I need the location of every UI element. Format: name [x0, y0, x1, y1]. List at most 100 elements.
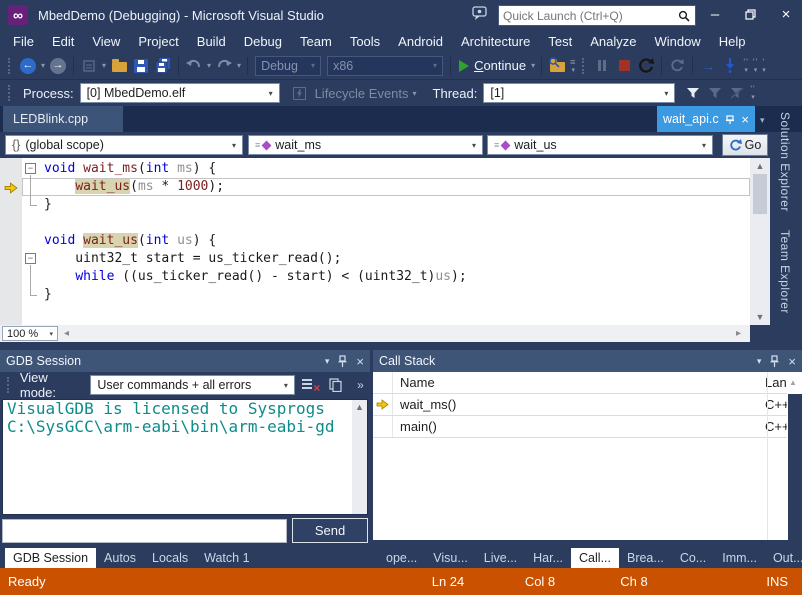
bottom-tab-locals[interactable]: Locals [144, 548, 196, 568]
pin-panel-icon[interactable] [338, 354, 347, 368]
method-combo-right[interactable]: ≡ wait_us ▾ [487, 135, 713, 155]
bottom-tab-gdb-session[interactable]: GDB Session [5, 548, 97, 568]
document-tab-wait-api[interactable]: wait_api.c × [657, 106, 755, 132]
undo-icon[interactable] [184, 55, 204, 77]
restore-button[interactable] [735, 0, 765, 28]
feedback-smiley-icon[interactable] [472, 6, 490, 22]
scroll-up-icon[interactable]: ▲ [750, 161, 770, 171]
editor-vertical-scrollbar[interactable]: ▲ ▼ [750, 158, 770, 325]
menu-item-help[interactable]: Help [710, 32, 755, 51]
scope-combo[interactable]: {} (global scope) ▾ [5, 135, 243, 155]
bottom-tab-watch-1[interactable]: Watch 1 [196, 548, 257, 568]
menu-item-analyze[interactable]: Analyze [581, 32, 645, 51]
side-tab-team-explorer[interactable]: Team Explorer [778, 230, 792, 314]
bottom-tab-autos[interactable]: Autos [96, 548, 144, 568]
menu-item-android[interactable]: Android [389, 32, 452, 51]
scroll-up-icon[interactable]: ▲ [789, 378, 797, 387]
break-all-icon[interactable] [592, 55, 612, 77]
name-column-header[interactable]: Name [393, 375, 765, 390]
toolbar-overflow-icon[interactable]: '' ▾ [750, 85, 755, 102]
toolbar-grip[interactable] [8, 57, 13, 74]
pin-tab-icon[interactable] [726, 114, 736, 124]
menu-item-test[interactable]: Test [539, 32, 581, 51]
window-position-dropdown-icon[interactable]: ▾ [325, 356, 330, 367]
navigate-back-icon[interactable]: ← [18, 55, 38, 77]
new-project-icon[interactable] [79, 55, 99, 77]
fold-collapse-icon[interactable]: − [25, 163, 36, 174]
close-button[interactable]: × [770, 0, 802, 28]
filter-threads-icon[interactable] [683, 82, 703, 104]
menu-item-build[interactable]: Build [188, 32, 235, 51]
method-combo-left[interactable]: ≡ wait_ms ▾ [248, 135, 483, 155]
fold-collapse-icon[interactable]: − [25, 253, 36, 264]
go-button[interactable]: Go [722, 134, 768, 156]
call-stack-row-main[interactable]: main() C++ [373, 416, 787, 438]
navigate-back-dropdown-icon[interactable]: ▾ [41, 61, 45, 70]
search-icon[interactable] [673, 10, 695, 22]
quick-launch-box[interactable] [498, 5, 696, 26]
editor-zoom-combo[interactable]: 100 % ▾ [2, 326, 58, 341]
gdb-log-output[interactable]: VisualGDB is licensed to Sysprogs C:\SysG… [2, 399, 368, 515]
side-tab-solution-explorer[interactable]: Solution Explorer [778, 112, 792, 212]
bottom-tab-brea[interactable]: Brea... [619, 548, 672, 568]
bottom-tab-har[interactable]: Har... [525, 548, 571, 568]
bottom-tab-call[interactable]: Call... [571, 548, 619, 568]
bottom-tab-imm[interactable]: Imm... [714, 548, 765, 568]
scroll-left-icon[interactable]: ◂ [64, 328, 69, 339]
copy-icon[interactable] [326, 375, 345, 395]
bottom-tab-live[interactable]: Live... [476, 548, 525, 568]
step-over-icon[interactable]: '' ▾ [743, 57, 748, 74]
step-out-icon[interactable]: ' ▾ [762, 57, 766, 74]
pin-panel-icon[interactable] [770, 354, 779, 368]
attach-to-process-icon[interactable] [547, 55, 567, 77]
bottom-tab-out[interactable]: Out... [765, 548, 802, 568]
thread-combo[interactable]: [1] ▾ [483, 83, 676, 103]
redo-icon[interactable] [214, 55, 234, 77]
new-project-dropdown-icon[interactable]: ▾ [102, 61, 106, 70]
menu-item-architecture[interactable]: Architecture [452, 32, 539, 51]
frame-name[interactable]: main() [393, 419, 765, 434]
scrollbar-track[interactable] [788, 394, 802, 540]
bottom-tab-co[interactable]: Co... [672, 548, 714, 568]
save-all-icon[interactable] [153, 55, 173, 77]
frame-name[interactable]: wait_ms() [393, 397, 765, 412]
menu-item-file[interactable]: File [4, 32, 43, 51]
close-panel-icon[interactable]: × [356, 354, 364, 369]
toolbar-overflow-icon[interactable]: » [351, 375, 370, 395]
menu-item-team[interactable]: Team [291, 32, 341, 51]
undo-dropdown-icon[interactable]: ▾ [207, 61, 211, 70]
restart-icon[interactable] [636, 55, 656, 77]
solution-platform-combo[interactable]: x86 ▾ [327, 55, 444, 76]
open-file-icon[interactable] [109, 55, 129, 77]
continue-dropdown-icon[interactable]: ▾ [531, 61, 535, 70]
toolbar-options-overflow-icon[interactable]: ≡ ▾ [570, 57, 576, 74]
toolbar-overflow-icon[interactable]: '' ▾ [753, 57, 758, 74]
process-combo[interactable]: [0] MbedDemo.elf ▾ [79, 83, 280, 103]
call-stack-row-wait-ms[interactable]: wait_ms() C++ [373, 394, 787, 416]
column-divider[interactable] [767, 372, 768, 540]
lifecycle-events-dropdown-icon[interactable]: ▾ [413, 89, 417, 98]
continue-button[interactable]: Continue [474, 58, 526, 73]
close-tab-icon[interactable]: × [741, 112, 749, 127]
window-position-dropdown-icon[interactable]: ▾ [757, 356, 762, 367]
solution-configuration-combo[interactable]: Debug ▾ [255, 55, 322, 76]
toolbar-grip[interactable] [8, 85, 13, 101]
scroll-down-icon[interactable]: ▼ [750, 312, 770, 322]
scrollbar-thumb[interactable] [753, 174, 767, 214]
language-column-header[interactable]: Lang [765, 375, 787, 390]
lifecycle-events-button[interactable]: Lifecycle Events [315, 86, 409, 101]
scroll-right-icon[interactable]: ▸ [736, 328, 741, 339]
view-mode-combo[interactable]: User commands + all errors ▾ [90, 375, 295, 395]
bottom-tab-visu[interactable]: Visu... [425, 548, 476, 568]
scroll-up-icon[interactable]: ▲ [352, 402, 367, 412]
menu-item-debug[interactable]: Debug [235, 32, 291, 51]
continue-play-icon[interactable] [459, 59, 470, 72]
step-into-icon[interactable] [720, 55, 740, 77]
call-stack-scrollbar[interactable]: ▲ [788, 372, 802, 540]
gdb-log-scrollbar[interactable]: ▲ [352, 400, 367, 514]
bottom-tab-ope[interactable]: ope... [378, 548, 425, 568]
save-icon[interactable] [131, 55, 151, 77]
minimize-button[interactable]: – [700, 0, 730, 28]
send-button[interactable]: Send [292, 518, 368, 543]
close-panel-icon[interactable]: × [788, 354, 796, 369]
